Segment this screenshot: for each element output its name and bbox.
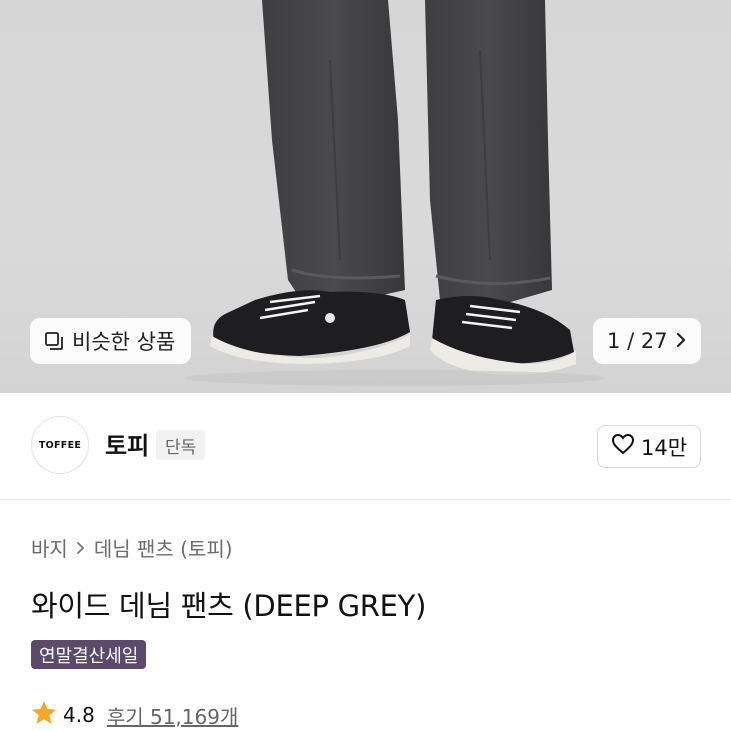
like-count: 14만	[640, 435, 688, 460]
image-counter[interactable]: 1 / 27	[593, 318, 701, 364]
rating-score: 4.8	[63, 703, 95, 727]
like-button[interactable]: 14만	[597, 425, 701, 468]
image-counter-separator: /	[627, 329, 635, 353]
chevron-right-icon	[675, 329, 687, 353]
product-title: 와이드 데님 팬츠 (DEEP GREY)	[31, 589, 427, 623]
chevron-right-icon	[76, 536, 86, 560]
brand-logo-text: TOFFEE	[38, 439, 82, 451]
rating-row: 4.8 후기 51,169개	[31, 700, 238, 730]
exclusive-badge: 단독	[156, 430, 206, 460]
product-image[interactable]: 비슷한 상품 1 / 27	[0, 0, 731, 393]
similar-products-label: 비슷한 상품	[72, 330, 176, 354]
breadcrumb-item-category[interactable]: 바지	[31, 533, 68, 562]
image-total: 27	[640, 329, 668, 353]
breadcrumb-item-subcategory[interactable]: 데님 팬츠 (토피)	[94, 533, 233, 562]
star-icon	[31, 700, 57, 730]
sale-tag: 연말결산세일	[31, 640, 147, 669]
reviews-link[interactable]: 후기 51,169개	[107, 701, 239, 730]
brand-logo[interactable]: TOFFEE	[31, 416, 89, 474]
copy-icon	[44, 331, 64, 351]
brand-row: TOFFEE 토피 단독 14만	[0, 393, 731, 500]
image-current: 1	[607, 329, 621, 353]
heart-icon	[611, 433, 635, 460]
similar-products-button[interactable]: 비슷한 상품	[30, 318, 192, 364]
breadcrumb: 바지 데님 팬츠 (토피)	[31, 533, 233, 562]
brand-name[interactable]: 토피	[105, 426, 149, 461]
image-counter-text: 1 / 27	[607, 329, 668, 353]
